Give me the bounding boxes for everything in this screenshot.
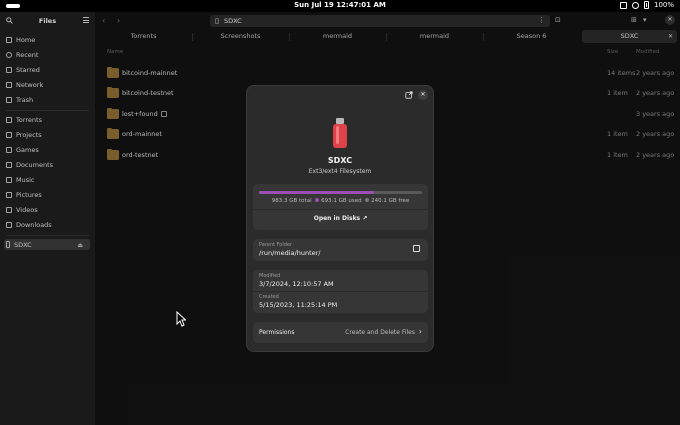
system-tray[interactable]: 100% — [619, 1, 674, 9]
parent-folder-label: Parent Folder — [259, 242, 293, 248]
usb-drive-icon — [333, 118, 347, 148]
external-link-icon: ↗ — [362, 215, 368, 222]
usage-legend: 983.3 GB total 693.1 GB used 240.1 GB fr… — [253, 198, 428, 204]
copy-icon[interactable] — [413, 245, 420, 252]
card-divider — [253, 209, 428, 210]
usage-bar-fill — [259, 191, 374, 194]
used-dot-icon — [315, 198, 320, 202]
parent-folder-card[interactable]: Parent Folder /run/media/hunter/ — [253, 239, 428, 261]
drive-name: SDXC — [327, 156, 353, 165]
clock[interactable]: Sun Jul 19 12:47:01 AM — [0, 1, 680, 9]
created-label: Created — [259, 294, 279, 300]
top-bar: Sun Jul 19 12:47:01 AM 100% — [0, 0, 680, 12]
open-in-disks-button[interactable]: Open in Disks ↗ — [253, 215, 428, 222]
mouse-cursor-icon — [176, 311, 186, 327]
modified-value: 3/7/2024, 12:10:57 AM — [259, 280, 334, 288]
battery-percent: 100% — [653, 1, 674, 9]
free-dot-icon — [365, 198, 370, 202]
chevron-right-icon: › — [418, 327, 422, 336]
usage-used: 693.1 GB used — [321, 198, 362, 204]
volume-icon — [631, 1, 639, 9]
permissions-label: Permissions — [259, 329, 295, 336]
modified-label: Modified — [259, 273, 281, 279]
dialog-close-button[interactable]: ✕ — [418, 90, 428, 100]
usage-card: 983.3 GB total 693.1 GB used 240.1 GB fr… — [253, 184, 428, 230]
battery-icon — [643, 1, 649, 9]
permissions-row[interactable]: Permissions Create and Delete Files › — [253, 322, 428, 343]
properties-dialog: ✕ SDXC Ext3/ext4 Filesystem 983.3 GB tot… — [246, 85, 434, 352]
usage-bar — [259, 191, 422, 194]
card-divider — [253, 291, 428, 292]
network-status-icon — [619, 1, 627, 9]
filesystem-type: Ext3/ext4 Filesystem — [308, 168, 372, 175]
open-external-icon[interactable] — [405, 91, 413, 99]
usage-free: 240.1 GB free — [371, 198, 410, 204]
dates-card: Modified 3/7/2024, 12:10:57 AM Created 5… — [253, 270, 428, 313]
parent-folder-value: /run/media/hunter/ — [259, 249, 321, 257]
permissions-value: Create and Delete Files — [345, 329, 415, 336]
open-in-disks-label: Open in Disks — [313, 215, 361, 222]
usage-total: 983.3 GB total — [271, 198, 312, 204]
created-value: 5/15/2023, 11:25:14 PM — [259, 301, 338, 309]
